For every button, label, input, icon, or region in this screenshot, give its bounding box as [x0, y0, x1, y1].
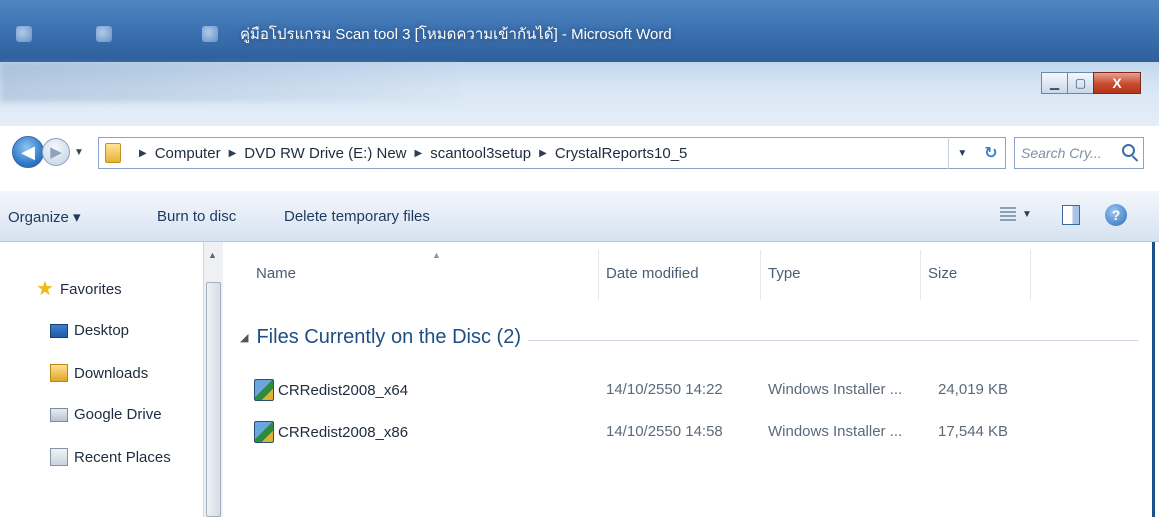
nav-scrollbar[interactable]: ▲: [203, 242, 223, 517]
blurred-ribbon-area: [0, 62, 460, 102]
window-title: คู่มือโปรแกรม Scan tool 3 [โหมดความเข้าก…: [240, 26, 672, 43]
burn-to-disc-button[interactable]: Burn to disc: [157, 208, 236, 225]
file-name-cell: CRRedist2008_x64: [254, 379, 408, 401]
breadcrumb-dvd-drive[interactable]: ▶ DVD RW Drive (E:) New: [221, 145, 407, 162]
delete-temporary-files-button[interactable]: Delete temporary files: [284, 208, 430, 225]
column-header-name[interactable]: Name: [256, 265, 296, 282]
window-controls: ▁ ▢ X: [1041, 72, 1141, 94]
installer-file-icon: [254, 379, 274, 401]
address-bar[interactable]: ▶ Computer ▶ DVD RW Drive (E:) New ▶ scanto…: [98, 137, 1006, 169]
nav-downloads[interactable]: Downloads: [50, 364, 148, 382]
breadcrumb-separator-icon[interactable]: ▶: [139, 148, 147, 159]
nav-google-drive[interactable]: Google Drive: [50, 406, 162, 423]
column-divider[interactable]: [598, 250, 599, 300]
qat-save-icon[interactable]: [96, 26, 112, 42]
change-view-icon[interactable]: [1000, 207, 1016, 223]
breadcrumb-scantool3setup[interactable]: ▶ scantool3setup: [407, 145, 532, 162]
breadcrumb-separator-icon[interactable]: ▶: [539, 148, 547, 159]
search-icon[interactable]: [1122, 144, 1135, 157]
column-divider[interactable]: [760, 250, 761, 300]
address-history-dropdown-icon[interactable]: ▼: [957, 148, 967, 159]
nav-favorites[interactable]: ★ Favorites: [36, 278, 122, 300]
nav-recent-places[interactable]: Recent Places: [50, 448, 171, 466]
column-divider[interactable]: [920, 250, 921, 300]
column-divider[interactable]: [1030, 250, 1031, 300]
breadcrumb-crystalreports[interactable]: ▶ CrystalReports10_5: [531, 145, 687, 162]
drive-icon: [50, 407, 68, 422]
help-icon[interactable]: ?: [1105, 204, 1127, 226]
word-app-icon[interactable]: [16, 26, 32, 42]
group-header[interactable]: ◢ Files Currently on the Disc (2): [240, 326, 521, 349]
file-name-cell: CRRedist2008_x86: [254, 421, 408, 443]
breadcrumb-computer[interactable]: ▶ Computer: [131, 145, 221, 162]
nav-buttons: ◀ ▶ ▼: [12, 136, 84, 168]
qat-undo-icon[interactable]: [202, 26, 218, 42]
nav-desktop[interactable]: Desktop: [50, 322, 129, 339]
collapse-group-icon[interactable]: ◢: [240, 331, 248, 344]
window-right-edge: [1152, 242, 1155, 517]
file-type-cell: Windows Installer ...: [768, 423, 903, 440]
file-row[interactable]: CRRedist2008_x86 14/10/2550 14:58 Window…: [240, 418, 1140, 444]
back-arrow-icon[interactable]: ◀: [12, 136, 44, 168]
minimize-button[interactable]: ▁: [1041, 72, 1068, 94]
navigation-pane: ★ Favorites Desktop Downloads Google Dri…: [0, 242, 225, 517]
group-title: Files Currently on the Disc (2): [256, 326, 521, 348]
breadcrumb-separator-icon[interactable]: ▶: [229, 148, 237, 159]
file-size-cell: 17,544 KB: [938, 423, 1009, 440]
view-options-dropdown-icon[interactable]: ▼: [1022, 209, 1032, 220]
search-input[interactable]: Search Cry...: [1014, 137, 1144, 169]
preview-pane-icon[interactable]: [1062, 205, 1080, 225]
file-type-cell: Windows Installer ...: [768, 381, 903, 398]
forward-arrow-icon[interactable]: ▶: [42, 138, 70, 166]
sort-ascending-icon: ▲: [432, 250, 441, 260]
file-size-cell: 24,019 KB: [938, 381, 1009, 398]
search-placeholder: Search Cry...: [1021, 145, 1102, 161]
desktop-icon: [50, 323, 68, 338]
file-date-cell: 14/10/2550 14:58: [606, 423, 723, 440]
column-header-date-modified[interactable]: Date modified: [606, 265, 699, 282]
column-header-type[interactable]: Type: [768, 265, 801, 282]
close-button[interactable]: X: [1093, 72, 1141, 94]
recent-pages-dropdown-icon[interactable]: ▼: [74, 147, 84, 158]
star-icon: ★: [36, 278, 54, 300]
folder-icon: [105, 143, 121, 163]
file-row[interactable]: CRRedist2008_x64 14/10/2550 14:22 Window…: [240, 376, 1140, 402]
quick-access-toolbar: [6, 22, 226, 44]
column-header-size[interactable]: Size: [928, 265, 957, 282]
file-date-cell: 14/10/2550 14:22: [606, 381, 723, 398]
scroll-thumb[interactable]: [206, 282, 221, 517]
word-title-bar: คู่มือโปรแกรม Scan tool 3 [โหมดความเข้าก…: [0, 0, 1159, 62]
address-actions: ▼ ↻: [948, 137, 1006, 169]
group-divider-line: [528, 340, 1138, 341]
maximize-button[interactable]: ▢: [1067, 72, 1094, 94]
downloads-icon: [50, 364, 68, 382]
recent-places-icon: [50, 448, 68, 466]
organize-button[interactable]: Organize ▾: [8, 208, 81, 226]
refresh-icon[interactable]: ↻: [984, 143, 997, 163]
breadcrumb-separator-icon[interactable]: ▶: [415, 148, 423, 159]
installer-file-icon: [254, 421, 274, 443]
scroll-up-icon[interactable]: ▲: [208, 250, 217, 260]
command-bar: Organize ▾ Burn to disc Delete temporary…: [0, 190, 1159, 242]
